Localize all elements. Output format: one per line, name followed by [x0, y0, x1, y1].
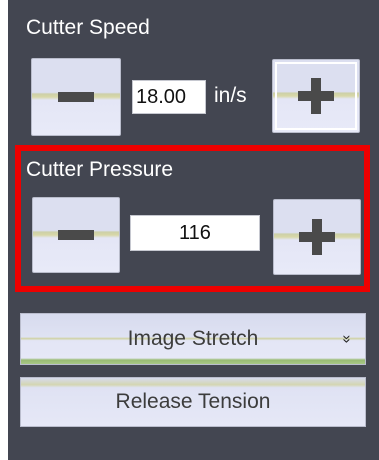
release-tension-button[interactable]: Release Tension: [20, 377, 366, 427]
cutter-speed-label: Cutter Speed: [26, 16, 150, 39]
cutter-settings-panel: Cutter Speed 18.00 in/s Cutter Pressure …: [8, 0, 379, 460]
cutter-speed-decrease-button[interactable]: [31, 58, 121, 136]
image-stretch-dropdown[interactable]: Image Stretch »: [20, 313, 366, 365]
cutter-pressure-value-field[interactable]: 116: [130, 215, 260, 251]
cutter-pressure-increase-button[interactable]: [273, 199, 361, 275]
release-tension-label: Release Tension: [115, 390, 271, 413]
cutter-speed-increase-button[interactable]: [272, 59, 360, 133]
minus-icon: [58, 92, 94, 102]
cutter-pressure-label: Cutter Pressure: [26, 158, 174, 181]
cutter-pressure-decrease-button[interactable]: [32, 197, 120, 273]
minus-icon: [58, 230, 94, 240]
image-stretch-label: Image Stretch: [127, 327, 259, 350]
double-chevron-down-icon: »: [338, 334, 356, 344]
cutter-speed-unit: in/s: [214, 84, 247, 107]
cutter-speed-value-field[interactable]: 18.00: [132, 80, 206, 114]
